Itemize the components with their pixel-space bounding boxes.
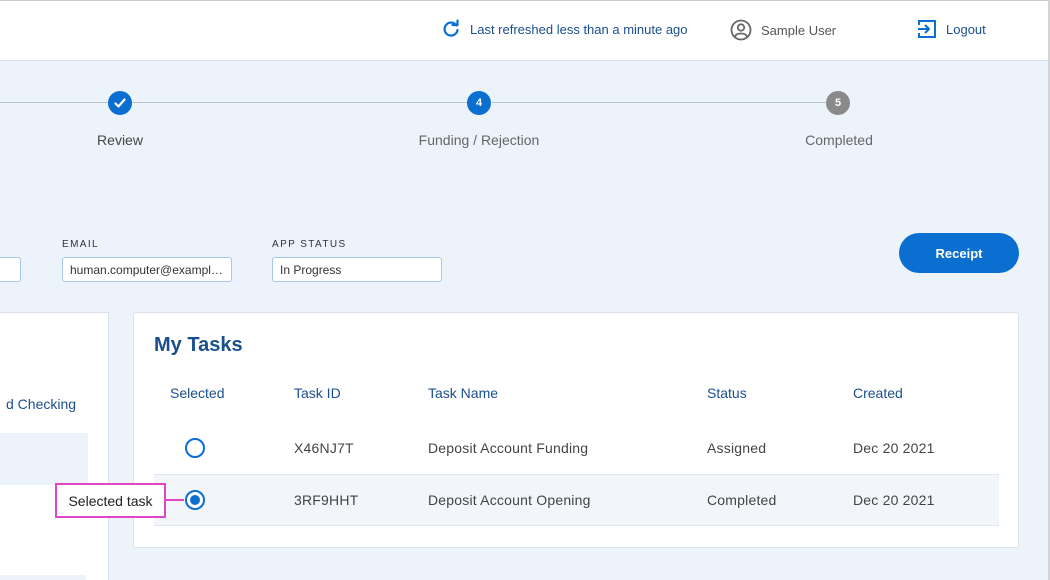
app-status-field[interactable]: In Progress: [272, 257, 442, 282]
my-tasks-card: My Tasks Selected Task ID Task Name Stat…: [133, 312, 1019, 548]
task-name-cell: Deposit Account Funding: [428, 440, 589, 456]
col-header-task-id: Task ID: [294, 385, 341, 401]
receipt-button[interactable]: Receipt: [899, 233, 1019, 273]
left-panel-row: [0, 575, 86, 580]
check-icon: [114, 98, 126, 108]
task-status-cell: Assigned: [707, 440, 767, 456]
step-funding-circle: 4: [467, 91, 491, 115]
table-row[interactable]: 3RF9HHT Deposit Account Opening Complete…: [154, 474, 999, 526]
col-header-selected: Selected: [170, 385, 225, 401]
step-review-circle: [108, 91, 132, 115]
task-id-cell: X46NJ7T: [294, 440, 354, 456]
stepper-line: [0, 102, 108, 103]
task-select-radio[interactable]: [185, 438, 205, 458]
left-panel: d Checking: [0, 312, 109, 580]
email-field[interactable]: human.computer@example.com: [62, 257, 232, 282]
refresh-icon: [443, 19, 459, 37]
account-type-link[interactable]: d Checking: [6, 396, 76, 412]
refresh-status[interactable]: Last refreshed less than a minute ago: [441, 19, 688, 39]
previous-field-input[interactable]: [0, 257, 21, 282]
user-avatar-icon: [730, 19, 752, 41]
task-select-radio[interactable]: [185, 490, 205, 510]
left-panel-row: [0, 433, 88, 485]
task-id-cell: 3RF9HHT: [294, 492, 359, 508]
selected-task-callout: Selected task: [55, 483, 166, 518]
table-row[interactable]: X46NJ7T Deposit Account Funding Assigned…: [154, 422, 999, 474]
radio-selected-dot: [190, 495, 200, 505]
logout-button[interactable]: Logout: [917, 19, 986, 39]
user-name: Sample User: [761, 22, 837, 38]
user-menu[interactable]: Sample User: [730, 19, 836, 41]
logout-label: Logout: [946, 21, 986, 37]
app-status-label: APP STATUS: [272, 239, 347, 250]
step-completed-label: Completed: [805, 132, 873, 148]
col-header-status: Status: [707, 385, 747, 401]
top-bar: Last refreshed less than a minute ago Sa…: [0, 0, 1050, 61]
tasks-title: My Tasks: [154, 334, 243, 356]
step-completed-circle: 5: [826, 91, 850, 115]
refresh-text: Last refreshed less than a minute ago: [470, 21, 688, 37]
task-created-cell: Dec 20 2021: [853, 440, 935, 456]
col-header-task-name: Task Name: [428, 385, 499, 401]
step-review-label: Review: [97, 132, 143, 148]
task-status-cell: Completed: [707, 492, 777, 508]
email-label: EMAIL: [62, 239, 100, 250]
logout-icon: [918, 20, 936, 38]
task-name-cell: Deposit Account Opening: [428, 492, 591, 508]
stepper-line: [492, 102, 826, 103]
step-funding-label: Funding / Rejection: [418, 132, 540, 148]
stepper-line: [132, 102, 467, 103]
task-created-cell: Dec 20 2021: [853, 492, 935, 508]
col-header-created: Created: [853, 385, 903, 401]
callout-connector: [166, 499, 184, 501]
